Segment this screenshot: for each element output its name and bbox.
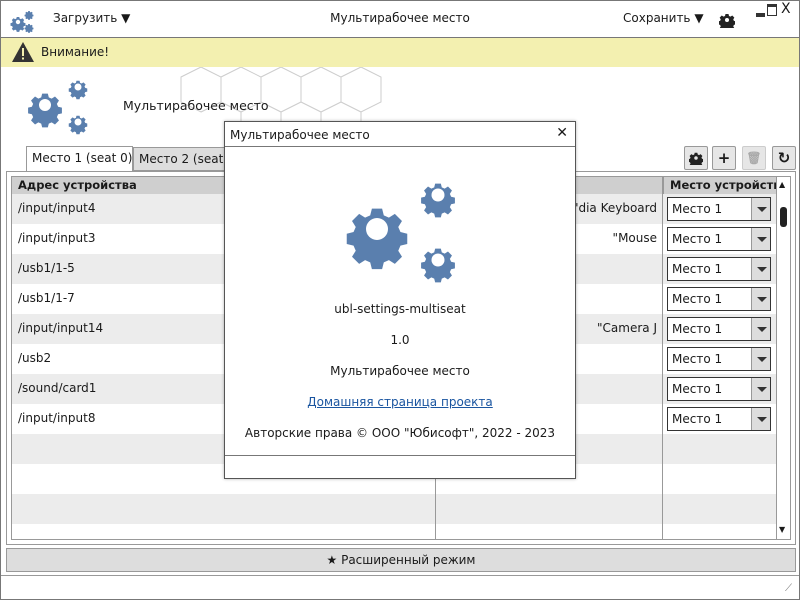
seat-select-value: Место 1	[672, 382, 723, 396]
seat-settings-button[interactable]	[684, 146, 708, 170]
trash-icon: 🗑	[746, 151, 762, 165]
chevron-down-icon	[751, 348, 770, 370]
app-description: Мультирабочее место	[330, 364, 470, 378]
seat-select-value: Место 1	[672, 322, 723, 336]
seat-select[interactable]: Место 1	[667, 197, 771, 221]
project-homepage-link[interactable]: Домашняя страница проекта	[307, 395, 493, 409]
dialog-title: Мультирабочее место	[230, 128, 370, 142]
add-seat-button[interactable]: +	[712, 146, 736, 170]
device-address: /input/input14	[18, 321, 104, 335]
plus-icon: +	[717, 149, 731, 167]
settings-gear-icon[interactable]	[719, 12, 735, 28]
minimize-button[interactable]	[756, 13, 765, 17]
device-address: /input/input8	[18, 411, 96, 425]
seat-select-value: Место 1	[672, 412, 723, 426]
device-address: /sound/card1	[18, 381, 97, 395]
chevron-down-icon: ▼	[694, 11, 704, 25]
vertical-scrollbar[interactable]: ▲ ▼	[776, 177, 790, 539]
save-label: Сохранить	[623, 11, 691, 25]
device-address: /input/input3	[18, 231, 96, 245]
seat-select[interactable]: Место 1	[667, 377, 771, 401]
scrollbar-thumb[interactable]	[780, 207, 787, 227]
device-address: /usb2	[18, 351, 52, 365]
dialog-gears-icon	[346, 183, 455, 283]
seat-select-value: Место 1	[672, 232, 723, 246]
title-bar: Загрузить ▼ Мультирабочее место Сохранит…	[1, 1, 799, 38]
dialog-close-button[interactable]: ✕	[556, 125, 568, 141]
chevron-down-icon	[751, 258, 770, 280]
warning-bar: Внимание!	[1, 38, 799, 67]
star-icon: ★	[326, 553, 338, 567]
tab-seat-1[interactable]: Место 1 (seat 0)	[26, 146, 133, 171]
advanced-mode-label: Расширенный режим	[341, 553, 476, 567]
seat-select-value: Место 1	[672, 262, 723, 276]
delete-seat-button[interactable]: 🗑	[742, 146, 766, 170]
device-address: /usb1/1-7	[18, 291, 75, 305]
chevron-down-icon	[751, 198, 770, 220]
column-header-seat[interactable]: Место устройства	[663, 177, 777, 194]
dialog-title-bar: Мультирабочее место ✕	[225, 122, 575, 147]
device-address: /usb1/1-5	[18, 261, 75, 275]
chevron-down-icon	[751, 288, 770, 310]
scroll-down-icon[interactable]: ▼	[779, 525, 785, 534]
seat-select[interactable]: Место 1	[667, 227, 771, 251]
seat-select-value: Место 1	[672, 352, 723, 366]
seat-select[interactable]: Место 1	[667, 257, 771, 281]
refresh-icon: ↻	[777, 149, 791, 167]
chevron-down-icon	[751, 318, 770, 340]
seat-select-value: Место 1	[672, 202, 723, 216]
about-dialog: Мультирабочее место ✕ ubl-settings-multi…	[224, 121, 576, 479]
app-name: ubl-settings-multiseat	[334, 302, 466, 316]
device-address: /input/input4	[18, 201, 96, 215]
close-button[interactable]: X	[781, 1, 791, 17]
copyright: Авторские права © ООО "Юбисофт", 2022 - …	[244, 426, 556, 440]
app-version: 1.0	[390, 333, 410, 347]
save-menu-button[interactable]: Сохранить ▼	[623, 11, 704, 25]
chevron-down-icon	[751, 408, 770, 430]
maximize-button[interactable]	[767, 4, 777, 16]
warning-icon	[12, 42, 34, 62]
seat-select[interactable]: Место 1	[667, 347, 771, 371]
scroll-up-icon[interactable]: ▲	[779, 180, 785, 189]
chevron-down-icon	[751, 228, 770, 250]
banner-title: Мультирабочее место	[123, 98, 269, 113]
seat-select[interactable]: Место 1	[667, 287, 771, 311]
banner-gears-icon	[28, 80, 88, 135]
warning-text: Внимание!	[41, 45, 110, 59]
refresh-button[interactable]: ↻	[772, 146, 796, 170]
seat-select-value: Место 1	[672, 292, 723, 306]
resize-grip-icon[interactable]: ⟋	[785, 583, 792, 594]
tab-seat-2[interactable]: Место 2 (seat 1)	[133, 147, 233, 171]
gear-icon	[689, 152, 703, 165]
chevron-down-icon	[751, 378, 770, 400]
advanced-mode-button[interactable]: ★ Расширенный режим	[6, 548, 796, 572]
seat-select[interactable]: Место 1	[667, 317, 771, 341]
seat-select[interactable]: Место 1	[667, 407, 771, 431]
